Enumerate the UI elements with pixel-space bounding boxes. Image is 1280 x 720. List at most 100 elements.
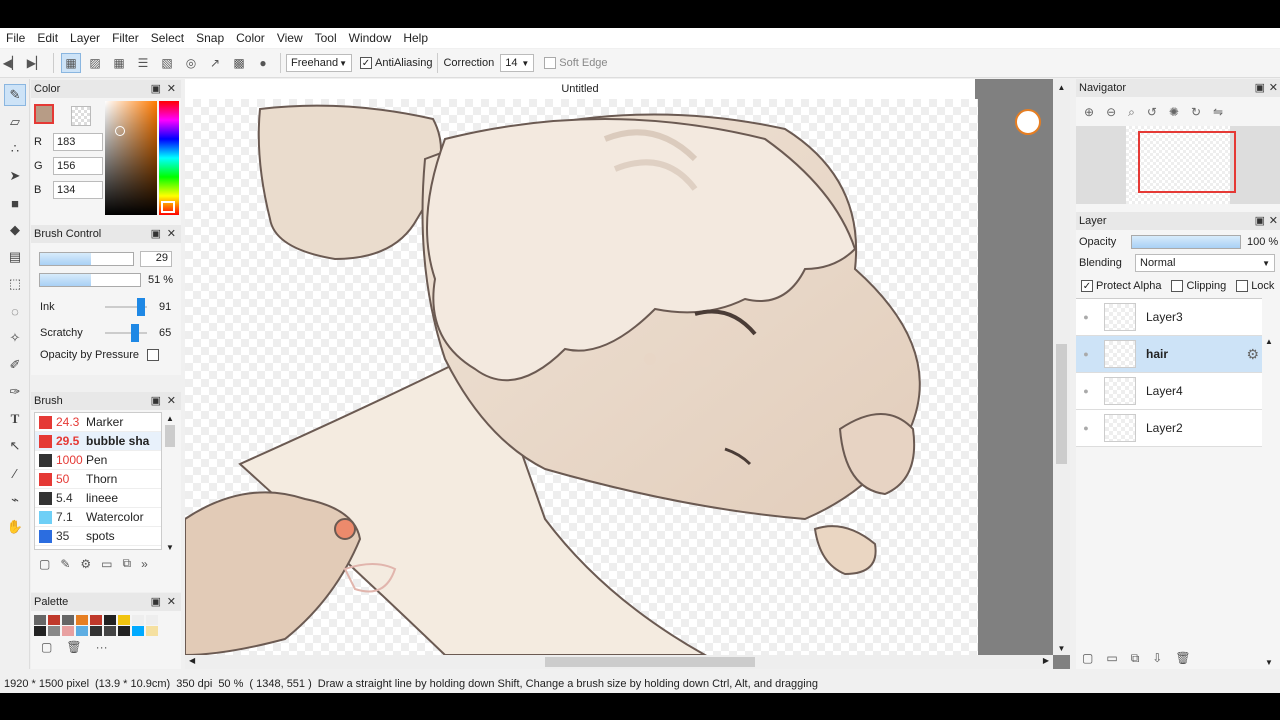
text-tool-icon[interactable]: T — [4, 408, 26, 430]
scroll-down-icon[interactable]: ▼ — [164, 543, 176, 552]
checkbox-unchecked-icon[interactable] — [1236, 280, 1249, 292]
move-tool-icon[interactable]: ➤ — [4, 165, 26, 187]
menu-color[interactable]: Color — [230, 31, 271, 45]
palette-swatch[interactable] — [146, 626, 158, 636]
pattern-hatch-icon[interactable]: ▧ — [157, 53, 177, 73]
layer-scrollbar[interactable]: ▲ ▼ — [1262, 337, 1276, 677]
select-eraser-tool-icon[interactable]: ✑ — [4, 381, 26, 403]
scroll-down-icon[interactable]: ▼ — [1262, 658, 1276, 667]
layer-row[interactable]: ● hair ⚙ — [1076, 336, 1262, 373]
horizontal-scrollbar[interactable]: ◀ ▶ — [185, 655, 1053, 669]
eyedropper-tool-icon[interactable]: ⌁ — [4, 489, 26, 511]
palette-swatch[interactable] — [62, 626, 74, 636]
scroll-left-icon[interactable]: ◀ — [189, 656, 195, 665]
layer-row[interactable]: ● Layer4 — [1076, 373, 1262, 410]
palette-swatch[interactable] — [118, 615, 130, 625]
navigator-viewport-frame[interactable] — [1138, 131, 1236, 193]
close-icon[interactable]: ✕ — [167, 595, 176, 608]
palette-swatch[interactable] — [48, 615, 60, 625]
fill-rect-tool-icon[interactable]: ■ — [4, 192, 26, 214]
select-pen-tool-icon[interactable]: ✐ — [4, 354, 26, 376]
checkbox-checked-icon[interactable]: ✓ — [360, 57, 372, 69]
brush-item[interactable]: 7.1 Watercolor — [35, 508, 161, 527]
edit-brush-icon[interactable]: ✎ — [60, 557, 70, 571]
zoom-fit-icon[interactable]: ⌕ — [1128, 105, 1135, 120]
scratchy-slider[interactable] — [105, 324, 147, 342]
brush-size-input[interactable]: 29 — [140, 251, 172, 267]
brush-dot-icon[interactable]: ● — [253, 53, 273, 73]
palette-swatch[interactable] — [76, 615, 88, 625]
brush-item[interactable]: 1000 Pen — [35, 451, 161, 470]
scroll-thumb[interactable] — [165, 425, 175, 447]
protect-alpha-toggle[interactable]: ✓ Protect Alpha — [1081, 280, 1161, 292]
more-options-icon[interactable]: ··· — [96, 640, 108, 654]
new-layer-icon[interactable]: ▢ — [1082, 651, 1093, 666]
brush-item[interactable]: 50 Thorn — [35, 470, 161, 489]
primary-color-swatch[interactable] — [34, 104, 54, 124]
next-icon[interactable]: ▶▏ — [26, 53, 46, 73]
opacity-by-pressure-checkbox[interactable] — [147, 349, 160, 361]
palette-swatch[interactable] — [90, 626, 102, 636]
brush-item[interactable]: 35 spots — [35, 527, 161, 546]
pattern-lines-icon[interactable]: ☰ — [133, 53, 153, 73]
palette-swatch[interactable] — [62, 615, 74, 625]
close-icon[interactable]: ✕ — [167, 82, 176, 95]
scroll-up-icon[interactable]: ▲ — [1262, 337, 1276, 346]
new-brush-icon[interactable]: ▢ — [39, 557, 50, 571]
palette-swatch[interactable] — [104, 626, 116, 636]
checkbox-unchecked-icon[interactable] — [544, 57, 557, 69]
palette-swatch[interactable] — [118, 626, 130, 636]
menu-select[interactable]: Select — [145, 31, 190, 45]
palette-swatch[interactable] — [132, 626, 144, 636]
secondary-color-swatch[interactable] — [71, 106, 91, 126]
checkbox-unchecked-icon[interactable] — [1171, 280, 1184, 292]
drawing-canvas[interactable] — [184, 99, 978, 657]
ink-slider[interactable] — [105, 298, 147, 316]
brush-item[interactable]: 5.4 lineee — [35, 489, 161, 508]
select-rect-tool-icon[interactable]: ⬚ — [4, 273, 26, 295]
hand-tool-icon[interactable]: ✋ — [4, 516, 26, 538]
restore-icon[interactable]: ▣ — [151, 394, 161, 407]
stroke-mode-dropdown[interactable]: Freehand ▼ — [286, 54, 352, 72]
operation-tool-icon[interactable]: ↖ — [4, 435, 26, 457]
rotate-left-icon[interactable]: ↺ — [1147, 105, 1157, 120]
blending-dropdown[interactable]: Normal ▼ — [1135, 254, 1275, 272]
pattern-dots-icon[interactable]: ▩ — [229, 53, 249, 73]
ink-handle[interactable] — [137, 298, 145, 316]
bucket-tool-icon[interactable]: ◆ — [4, 219, 26, 241]
pattern-diagonal-icon[interactable]: ▨ — [85, 53, 105, 73]
merge-layer-icon[interactable]: ⇩ — [1152, 651, 1162, 666]
clipping-toggle[interactable]: Clipping — [1171, 280, 1226, 292]
canvas-area[interactable]: ▲ ▼ ◀ ▶ — [184, 79, 1070, 669]
restore-icon[interactable]: ▣ — [151, 227, 161, 240]
menu-layer[interactable]: Layer — [64, 31, 106, 45]
visibility-icon[interactable]: ● — [1076, 423, 1096, 433]
palette-swatch[interactable] — [48, 626, 60, 636]
delete-layer-icon[interactable]: 🗑 — [1175, 651, 1190, 666]
close-icon[interactable]: ✕ — [167, 227, 176, 240]
palette-swatch[interactable] — [132, 615, 144, 625]
hue-slider[interactable] — [159, 101, 179, 215]
close-icon[interactable]: ✕ — [167, 394, 176, 407]
rotate-right-icon[interactable]: ↻ — [1191, 105, 1201, 120]
horizontal-scroll-thumb[interactable] — [545, 657, 755, 667]
document-tab-title[interactable]: Untitled — [185, 79, 975, 99]
visibility-icon[interactable]: ● — [1076, 312, 1096, 322]
menu-tool[interactable]: Tool — [309, 31, 343, 45]
delete-palette-icon[interactable]: 🗑 — [66, 640, 81, 654]
folder-icon[interactable]: ▭ — [101, 557, 112, 571]
new-palette-icon[interactable]: ▢ — [41, 640, 52, 654]
vertical-scrollbar[interactable]: ▲ ▼ — [1053, 79, 1070, 655]
rotate-reset-icon[interactable]: ✺ — [1169, 105, 1179, 120]
menu-view[interactable]: View — [271, 31, 309, 45]
lasso-tool-icon[interactable]: ◌ — [4, 300, 26, 322]
palette-swatch[interactable] — [104, 615, 116, 625]
new-folder-icon[interactable]: ▭ — [1106, 651, 1117, 666]
scratchy-handle[interactable] — [131, 324, 139, 342]
saturation-value-picker[interactable] — [105, 101, 157, 215]
menu-file[interactable]: File — [0, 31, 31, 45]
antialiasing-toggle[interactable]: ✓ AntiAliasing — [360, 57, 432, 69]
menu-filter[interactable]: Filter — [106, 31, 145, 45]
palette-swatch[interactable] — [34, 626, 46, 636]
copy-brush-icon[interactable]: ⧉ — [123, 556, 132, 571]
